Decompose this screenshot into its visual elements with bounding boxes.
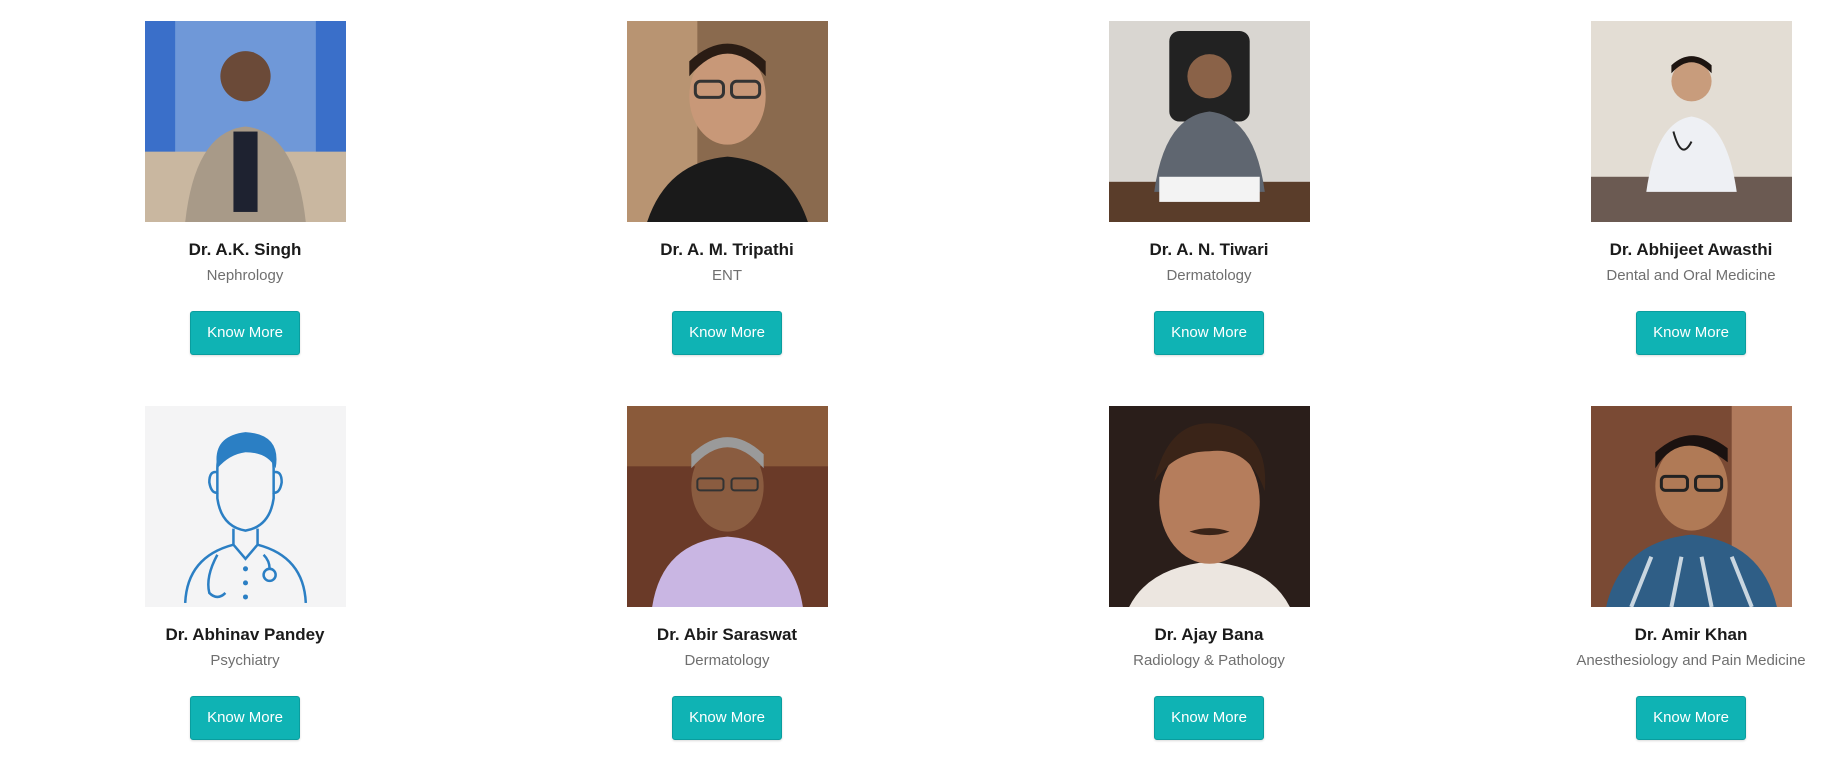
doctor-specialty: Dental and Oral Medicine xyxy=(1606,267,1776,284)
doctor-photo[interactable] xyxy=(1590,21,1792,222)
doctor-photo-icon xyxy=(1590,406,1792,607)
doctor-card: Dr. A. N. Tiwari Dermatology Know More xyxy=(1059,21,1359,355)
know-more-button[interactable]: Know More xyxy=(672,311,782,355)
doctor-name[interactable]: Dr. Ajay Bana xyxy=(1059,624,1359,646)
doctor-card: Dr. Ajay Bana Radiology & Pathology Know… xyxy=(1059,406,1359,740)
doctor-grid: Dr. A.K. Singh Nephrology Know More Dr. … xyxy=(0,0,1827,777)
doctor-photo[interactable] xyxy=(144,406,346,607)
doctor-photo-icon xyxy=(626,406,828,607)
know-more-button[interactable]: Know More xyxy=(672,696,782,740)
doctor-name[interactable]: Dr. A.K. Singh xyxy=(95,239,395,261)
doctor-name[interactable]: Dr. A. M. Tripathi xyxy=(577,239,877,261)
doctor-specialty: Radiology & Pathology xyxy=(1133,652,1285,669)
doctor-photo[interactable] xyxy=(144,21,346,222)
doctor-name[interactable]: Dr. Abhinav Pandey xyxy=(95,624,395,646)
doctor-specialty: Dermatology xyxy=(1166,267,1252,284)
doctor-specialty: Nephrology xyxy=(206,267,284,284)
doctor-specialty: Anesthesiology and Pain Medicine xyxy=(1576,652,1806,669)
doctor-placeholder-icon xyxy=(144,406,346,607)
doctor-card: Dr. A. M. Tripathi ENT Know More xyxy=(577,21,877,355)
doctor-card: Dr. A.K. Singh Nephrology Know More xyxy=(95,21,395,355)
doctor-card: Dr. Abhijeet Awasthi Dental and Oral Med… xyxy=(1541,21,1827,355)
doctor-card: Dr. Amir Khan Anesthesiology and Pain Me… xyxy=(1541,406,1827,740)
doctor-photo-icon xyxy=(144,21,346,222)
doctor-photo-icon xyxy=(1108,406,1310,607)
doctor-name[interactable]: Dr. A. N. Tiwari xyxy=(1059,239,1359,261)
doctor-name[interactable]: Dr. Amir Khan xyxy=(1541,624,1827,646)
know-more-button[interactable]: Know More xyxy=(190,696,300,740)
know-more-button[interactable]: Know More xyxy=(1154,696,1264,740)
doctor-name[interactable]: Dr. Abir Saraswat xyxy=(577,624,877,646)
doctor-photo-icon xyxy=(1590,21,1792,222)
doctor-photo[interactable] xyxy=(626,406,828,607)
doctor-photo[interactable] xyxy=(1108,21,1310,222)
doctor-specialty: ENT xyxy=(712,267,742,284)
know-more-button[interactable]: Know More xyxy=(190,311,300,355)
doctor-photo[interactable] xyxy=(1108,406,1310,607)
doctor-name[interactable]: Dr. Abhijeet Awasthi xyxy=(1541,239,1827,261)
doctor-photo-icon xyxy=(1108,21,1310,222)
doctor-photo[interactable] xyxy=(1590,406,1792,607)
doctor-specialty: Psychiatry xyxy=(210,652,280,669)
know-more-button[interactable]: Know More xyxy=(1636,696,1746,740)
know-more-button[interactable]: Know More xyxy=(1636,311,1746,355)
doctor-card: Dr. Abir Saraswat Dermatology Know More xyxy=(577,406,877,740)
doctor-photo[interactable] xyxy=(626,21,828,222)
doctor-photo-icon xyxy=(626,21,828,222)
doctor-specialty: Dermatology xyxy=(684,652,770,669)
doctor-card: Dr. Abhinav Pandey Psychiatry Know More xyxy=(95,406,395,740)
know-more-button[interactable]: Know More xyxy=(1154,311,1264,355)
